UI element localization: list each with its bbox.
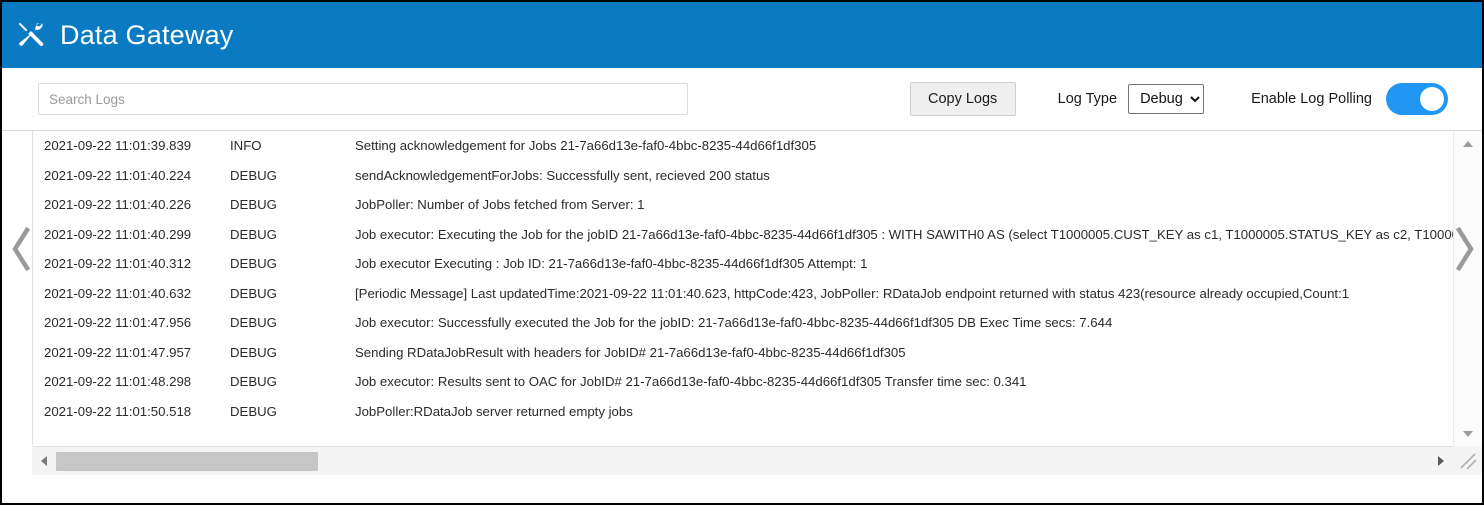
log-message: JobPoller:RDataJob server returned empty…	[355, 403, 633, 419]
log-level: DEBUG	[230, 285, 277, 301]
vertical-scrollbar[interactable]	[1453, 131, 1482, 446]
log-message: Sending RDataJobResult with headers for …	[355, 344, 906, 360]
table-row[interactable]: 2021-09-22 11:01:48.298 DEBUG Job execut…	[33, 367, 1453, 397]
app-header: Data Gateway	[2, 2, 1482, 68]
log-timestamp: 2021-09-22 11:01:50.518	[44, 403, 192, 419]
next-page-chevron-icon[interactable]	[1452, 223, 1478, 275]
previous-page-chevron-icon[interactable]	[8, 223, 34, 275]
table-row[interactable]: 2021-09-22 11:01:39.839 INFO Setting ack…	[33, 131, 1453, 161]
log-type-label: Log Type	[1057, 91, 1118, 107]
log-table: 2021-09-22 11:01:39.839 INFO Setting ack…	[33, 131, 1453, 426]
table-row[interactable]: 2021-09-22 11:01:47.957 DEBUG Sending RD…	[33, 338, 1453, 368]
log-message: [Periodic Message] Last updatedTime:2021…	[355, 285, 1350, 301]
resize-grip-icon[interactable]	[1453, 446, 1482, 475]
log-toolbar: Copy Logs Log Type Debug Enable Log Poll…	[2, 68, 1482, 130]
log-message: Job executor: Executing the Job for the …	[355, 226, 1453, 242]
table-row[interactable]: 2021-09-22 11:01:40.226 DEBUG JobPoller:…	[33, 190, 1453, 220]
log-message: Job executor: Results sent to OAC for Jo…	[355, 374, 1027, 389]
log-level: DEBUG	[230, 167, 277, 183]
log-timestamp: 2021-09-22 11:01:48.298	[44, 374, 192, 389]
log-level: DEBUG	[230, 226, 277, 242]
log-type-select[interactable]: Debug	[1128, 84, 1205, 114]
horizontal-scrollbar-thumb[interactable]	[56, 452, 318, 471]
log-level: DEBUG	[230, 374, 277, 389]
copy-logs-button[interactable]: Copy Logs	[909, 82, 1016, 116]
table-row[interactable]: 2021-09-22 11:01:40.312 DEBUG Job execut…	[33, 249, 1453, 279]
log-message: JobPoller: Number of Jobs fetched from S…	[355, 197, 645, 212]
log-level: DEBUG	[230, 344, 277, 360]
log-level: DEBUG	[230, 256, 277, 271]
scroll-down-arrow-icon[interactable]	[1454, 425, 1482, 442]
table-row[interactable]: 2021-09-22 11:01:40.224 DEBUG sendAcknow…	[33, 161, 1453, 191]
log-level: DEBUG	[230, 197, 277, 212]
log-timestamp: 2021-09-22 11:01:40.632	[44, 285, 192, 301]
toggle-knob	[1420, 87, 1444, 111]
log-timestamp: 2021-09-22 11:01:40.312	[44, 256, 192, 271]
table-row[interactable]: 2021-09-22 11:01:47.956 DEBUG Job execut…	[33, 308, 1453, 338]
tools-icon	[18, 22, 44, 47]
scroll-right-arrow-icon[interactable]	[1431, 447, 1451, 475]
enable-log-polling-label: Enable Log Polling	[1251, 91, 1372, 107]
log-message: Job executor: Successfully executed the …	[355, 315, 1113, 330]
data-gateway-window: Data Gateway Copy Logs Log Type Debug En…	[0, 0, 1484, 505]
page-title: Data Gateway	[60, 19, 234, 50]
table-row[interactable]: 2021-09-22 11:01:40.299 DEBUG Job execut…	[33, 220, 1453, 250]
log-table-body: 2021-09-22 11:01:39.839 INFO Setting ack…	[33, 131, 1453, 426]
log-timestamp: 2021-09-22 11:01:40.224	[44, 167, 192, 183]
log-viewport: 2021-09-22 11:01:39.839 INFO Setting ack…	[32, 131, 1453, 445]
log-timestamp: 2021-09-22 11:01:40.226	[44, 197, 192, 212]
scroll-left-arrow-icon[interactable]	[34, 447, 54, 475]
log-level: DEBUG	[230, 315, 277, 330]
log-area: 2021-09-22 11:01:39.839 INFO Setting ack…	[2, 130, 1482, 475]
log-message: Job executor Executing : Job ID: 21-7a66…	[355, 256, 868, 271]
log-message: Setting acknowledgement for Jobs 21-7a66…	[355, 138, 817, 153]
log-timestamp: 2021-09-22 11:01:40.299	[44, 226, 192, 242]
table-row[interactable]: 2021-09-22 11:01:50.518 DEBUG JobPoller:…	[33, 397, 1453, 427]
log-timestamp: 2021-09-22 11:01:47.957	[44, 344, 192, 360]
scroll-up-arrow-icon[interactable]	[1454, 135, 1482, 152]
table-row[interactable]: 2021-09-22 11:01:40.632 DEBUG [Periodic …	[33, 279, 1453, 309]
enable-log-polling-toggle[interactable]	[1386, 83, 1448, 115]
log-level: INFO	[230, 138, 262, 153]
search-input[interactable]	[38, 83, 688, 115]
log-level: DEBUG	[230, 403, 277, 419]
log-timestamp: 2021-09-22 11:01:47.956	[44, 315, 192, 330]
log-timestamp: 2021-09-22 11:01:39.839	[44, 138, 192, 153]
log-message: sendAcknowledgementForJobs: Successfully…	[355, 167, 770, 183]
horizontal-scrollbar[interactable]	[32, 446, 1453, 475]
